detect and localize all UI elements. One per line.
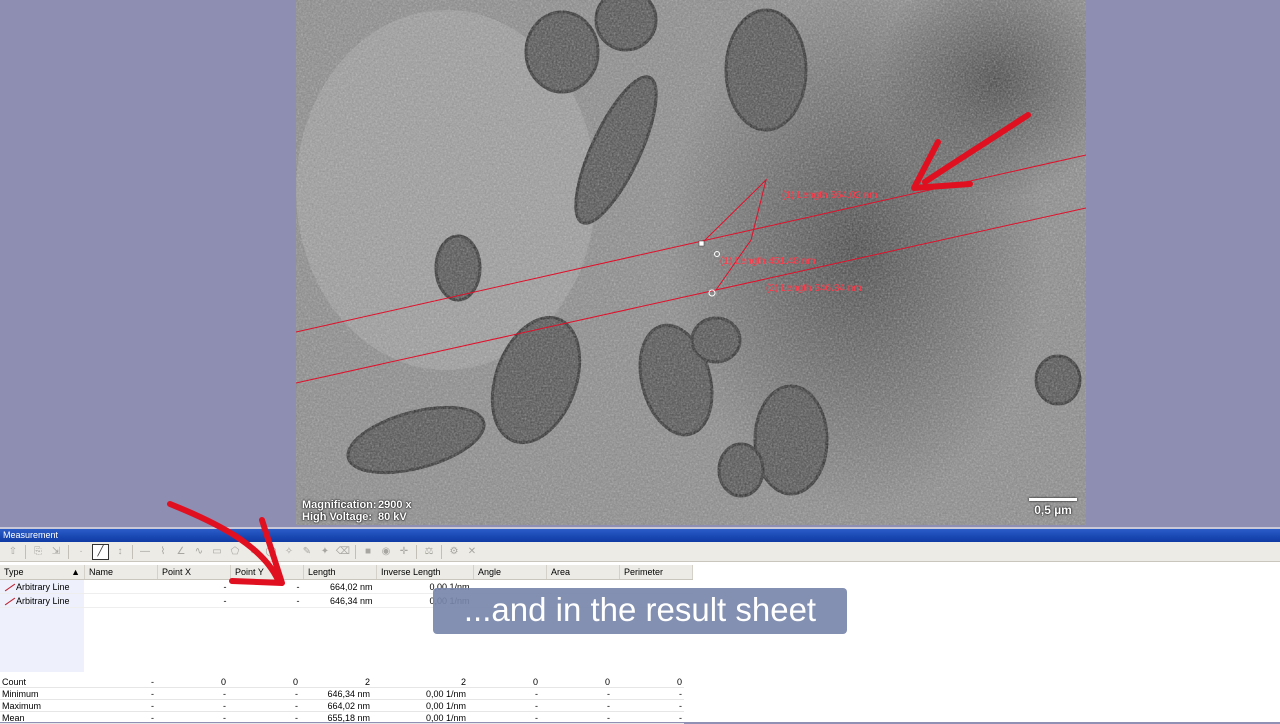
video-caption: ...and in the result sheet — [433, 588, 847, 634]
